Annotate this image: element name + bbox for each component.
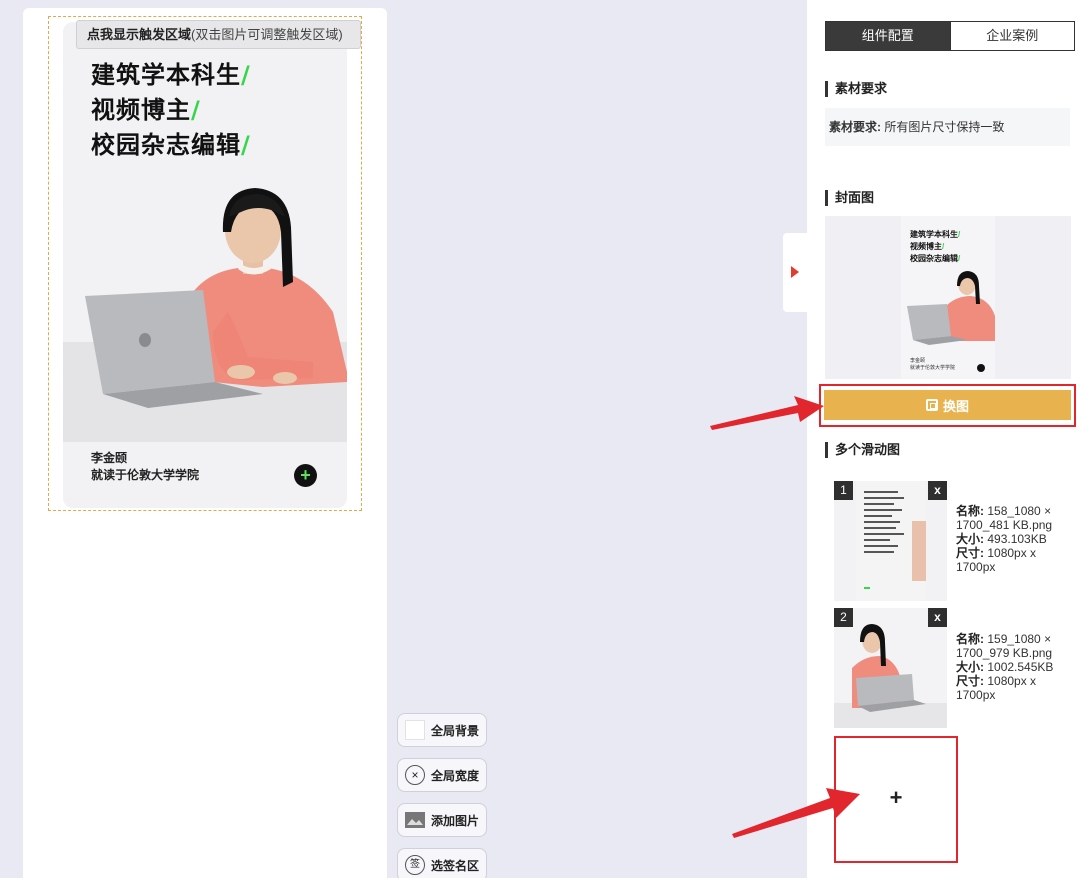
tool-label: 全局宽度: [431, 768, 480, 783]
slide-info: 名称: 159_1080 × 1700_979 KB.png 大小: 1002.…: [956, 632, 1076, 702]
poster-image[interactable]: 建筑学本科生/ 视频博主/ 校园杂志编辑/ 李金颐 就读于伦敦大学学院 +: [63, 22, 347, 508]
size-label: 大小:: [956, 660, 984, 674]
headline-line: 建筑学本科生: [91, 61, 241, 89]
material-requirement: 素材要求: 所有图片尺寸保持一致: [825, 108, 1070, 146]
add-image-button[interactable]: 添加图片: [397, 803, 487, 837]
panel-tabs: 组件配置 企业案例: [825, 21, 1075, 51]
headline-line: 校园杂志编辑: [91, 131, 241, 159]
dimension-label: 尺寸:: [956, 674, 984, 688]
section-title-slides: 多个滑动图: [825, 442, 900, 458]
add-circle-icon[interactable]: +: [294, 464, 317, 487]
mini-slash: /: [942, 242, 945, 251]
headline-line: 视频博主: [91, 96, 191, 124]
section-title-cover: 封面图: [825, 190, 874, 206]
white-square-icon: [405, 720, 425, 740]
slide-thumbnail[interactable]: 1 x: [834, 481, 947, 601]
cover-mini-photo: [907, 271, 995, 345]
close-circle-icon: ×: [405, 765, 425, 785]
swap-label: 换图: [942, 398, 969, 414]
global-background-button[interactable]: 全局背景: [397, 713, 487, 747]
mini-line: 建筑学本科生: [910, 230, 958, 239]
image-icon: [405, 810, 425, 830]
poster-headline: 建筑学本科生/ 视频博主/ 校园杂志编辑/: [91, 58, 251, 163]
red-arrow-icon: [710, 396, 824, 430]
panel-collapse-toggle[interactable]: [783, 233, 807, 312]
cover-mini-headline: 建筑学本科生/ 视频博主/ 校园杂志编辑/: [910, 229, 960, 265]
cover-mini-caption: 李金颐 就读于伦敦大学学院: [910, 358, 955, 372]
config-panel: 组件配置 企业案例 素材要求 素材要求: 所有图片尺寸保持一致 封面图 建筑学本…: [807, 0, 1080, 878]
poster-caption: 李金颐 就读于伦敦大学学院: [91, 450, 199, 484]
swap-image-button[interactable]: 换图: [824, 390, 1071, 420]
name-label: 名称:: [956, 632, 984, 646]
mini-line: 视频博主: [910, 242, 942, 251]
trigger-tip-sub: (双击图片可调整触发区域): [191, 27, 343, 42]
tool-label: 选签名区: [431, 858, 480, 873]
swap-image-icon: [925, 399, 938, 411]
mini-slash: /: [958, 230, 961, 239]
tab-component-config[interactable]: 组件配置: [825, 21, 951, 51]
sign-icon: 签: [405, 855, 425, 875]
slide-delete-button[interactable]: x: [928, 608, 947, 627]
show-trigger-area-button[interactable]: 点我显示触发区域(双击图片可调整触发区域): [76, 20, 361, 49]
caption-name: 李金颐: [91, 451, 128, 465]
select-sign-area-button[interactable]: 签 选签名区: [397, 848, 487, 878]
caption-school: 就读于伦敦大学学院: [91, 468, 200, 482]
cover-thumbnail[interactable]: 建筑学本科生/ 视频博主/ 校园杂志编辑/ 李金颐 就读于伦敦大学学院: [825, 216, 1071, 379]
mini-caption-name: 李金颐: [910, 358, 926, 364]
slide-thumbnail[interactable]: 2 x: [834, 608, 947, 728]
cover-card: 建筑学本科生/ 视频博主/ 校园杂志编辑/ 李金颐 就读于伦敦大学学院: [901, 216, 995, 379]
size-label: 大小:: [956, 532, 984, 546]
tool-label: 全局背景: [431, 723, 480, 738]
material-text: 所有图片尺寸保持一致: [884, 120, 1005, 134]
cover-mini-add-icon: [977, 364, 985, 372]
slide-info: 名称: 158_1080 × 1700_481 KB.png 大小: 493.1…: [956, 504, 1076, 574]
headline-slash: /: [241, 131, 251, 159]
section-title-material: 素材要求: [825, 81, 887, 97]
mini-caption-school: 就读于伦敦大学学院: [910, 365, 956, 371]
tool-label: 添加图片: [431, 813, 480, 828]
student-laptop-photo: [63, 188, 347, 442]
slide-delete-button[interactable]: x: [928, 481, 947, 500]
tab-enterprise-cases[interactable]: 企业案例: [950, 21, 1075, 51]
mini-slash: /: [958, 254, 961, 263]
mini-line: 校园杂志编辑: [910, 254, 958, 263]
material-label: 素材要求:: [829, 120, 881, 134]
slide-filesize: 493.103KB: [987, 532, 1047, 546]
dimension-label: 尺寸:: [956, 546, 984, 560]
headline-slash: /: [241, 61, 251, 89]
slide-index: 2: [834, 608, 853, 627]
name-label: 名称:: [956, 504, 984, 518]
slide-1-preview: [856, 481, 926, 601]
red-arrow-icon: [732, 788, 860, 838]
plus-glyph: +: [300, 465, 311, 485]
slide-index: 1: [834, 481, 853, 500]
slide-filesize: 1002.545KB: [987, 660, 1054, 674]
headline-slash: /: [191, 96, 201, 124]
global-width-button[interactable]: × 全局宽度: [397, 758, 487, 792]
trigger-tip-bold: 点我显示触发区域: [87, 27, 192, 42]
